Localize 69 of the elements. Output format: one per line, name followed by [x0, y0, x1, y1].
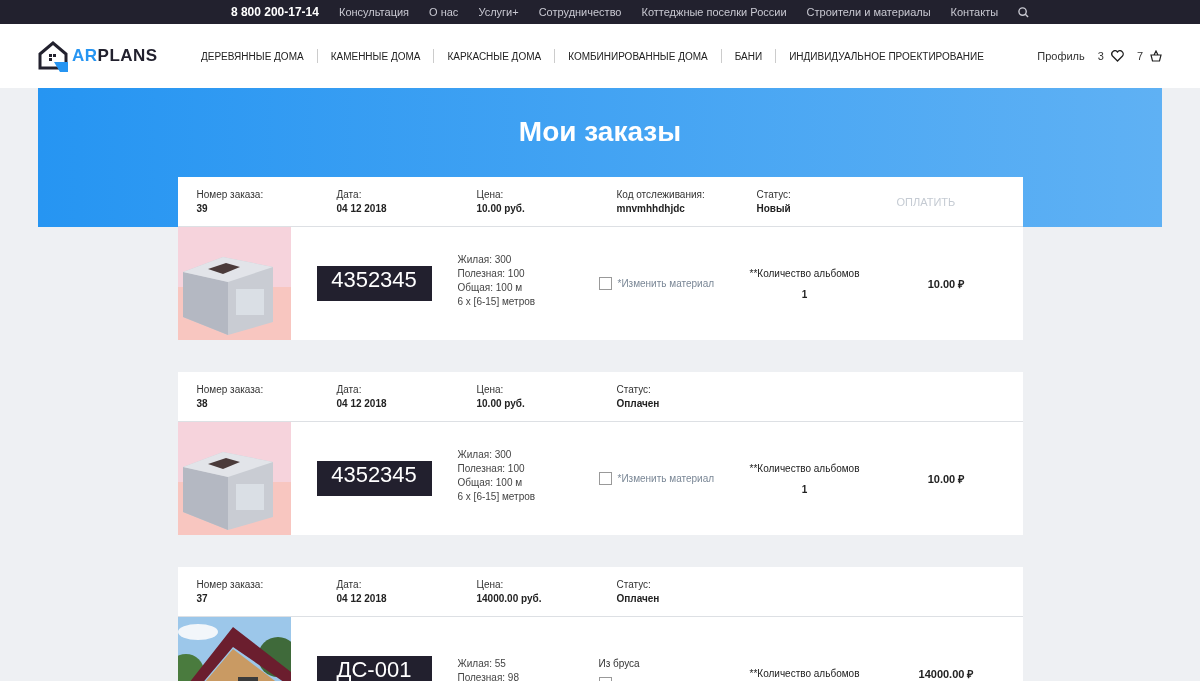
field-label: Статус: — [616, 579, 652, 590]
field-value: 39 — [196, 203, 209, 214]
field-label: Цена: — [476, 384, 505, 395]
cart-count: 7 — [1136, 50, 1143, 62]
spec-line: Полезная: 100 — [457, 462, 526, 475]
field-value: 10.00 руб. — [476, 203, 526, 214]
item-price: 10.00 ₽ — [926, 472, 966, 486]
checkbox-label[interactable]: *Изменить материал — [617, 473, 715, 484]
top-link[interactable]: Коттеджные поселки России — [641, 6, 787, 18]
spec-line: Общая: 100 м — [457, 281, 524, 294]
spec-line: Полезная: 100 — [457, 267, 526, 280]
top-link[interactable]: Строители и материалы — [806, 6, 931, 18]
field-value: Оплачен — [616, 398, 661, 409]
field-label: Дата: — [336, 384, 363, 395]
field-value: 04 12 2018 — [336, 593, 388, 604]
field-label: Дата: — [336, 189, 363, 200]
quantity-label: **Количество альбомов — [749, 462, 860, 474]
nav-link[interactable]: КАРКАСНЫЕ ДОМА — [434, 50, 555, 62]
field-value: 14000.00 руб. — [476, 593, 543, 604]
nav-link[interactable]: ИНДИВИДУАЛЬНОЕ ПРОЕКТИРОВАНИЕ — [776, 50, 997, 62]
field-label: Дата: — [336, 579, 363, 590]
field-value: 04 12 2018 — [336, 203, 388, 214]
item-price: 14000.00 ₽ — [917, 667, 975, 681]
top-link[interactable]: Сотрудничество — [538, 6, 622, 18]
field-label: Цена: — [476, 579, 505, 590]
field-value: 37 — [196, 593, 209, 604]
spec-line: Жилая: 300 — [457, 253, 513, 266]
phone-number[interactable]: 8 800 200-17-14 — [230, 5, 319, 19]
spec-line: 6 x [6-15] метров — [457, 295, 537, 308]
field-value: Новый — [756, 203, 792, 214]
spec-line: Жилая: 55 — [457, 657, 507, 670]
material-label: Из бруса — [598, 657, 641, 669]
field-label: Номер заказа: — [196, 189, 265, 200]
quantity-value: 1 — [801, 288, 808, 300]
field-label: Статус: — [616, 384, 652, 395]
project-code: ДС-001 — [316, 656, 432, 681]
top-link[interactable]: Услуги+ — [478, 6, 519, 18]
spec-line: Полезная: 98 — [457, 671, 520, 681]
quantity-value: 1 — [801, 483, 808, 495]
spec-line: 6 x [6-15] метров — [457, 490, 537, 503]
field-value: Оплачен — [616, 593, 661, 604]
quantity-label: **Количество альбомов — [749, 668, 860, 679]
quantity-label: **Количество альбомов — [749, 267, 860, 279]
nav-link[interactable]: КАМЕННЫЕ ДОМА — [317, 50, 434, 62]
nav-link[interactable]: БАНИ — [721, 50, 776, 62]
field-value: 10.00 руб. — [476, 398, 526, 409]
field-label: Статус: — [756, 189, 792, 200]
top-link[interactable]: Контакты — [950, 6, 999, 18]
field-value: mnvmhhdhjdc — [616, 203, 686, 214]
item-price: 10.00 ₽ — [926, 277, 966, 291]
spec-line: Жилая: 300 — [457, 448, 513, 461]
nav-link[interactable]: КОМБИНИРОВАННЫЕ ДОМА — [555, 50, 721, 62]
top-link[interactable]: О нас — [429, 6, 459, 18]
field-label: Номер заказа: — [196, 579, 265, 590]
logo-text[interactable]: ARPLANS — [72, 46, 158, 66]
checkbox-label[interactable]: *Изменить материал — [617, 278, 715, 289]
top-link[interactable]: Консультация — [338, 6, 410, 18]
favorites-count: 3 — [1097, 50, 1104, 62]
field-label: Код отслеживания: — [616, 189, 706, 200]
field-value: 04 12 2018 — [336, 398, 388, 409]
field-value: 38 — [196, 398, 209, 409]
field-label: Номер заказа: — [196, 384, 265, 395]
profile-link[interactable]: Профиль — [1037, 50, 1085, 62]
spec-line: Общая: 100 м — [457, 476, 524, 489]
project-code: 4352345 — [316, 461, 432, 496]
page-title: Мои заказы — [518, 116, 682, 148]
field-label: Цена: — [476, 189, 505, 200]
project-code: 4352345 — [316, 266, 432, 301]
nav-link[interactable]: ДЕРЕВЯННЫЕ ДОМА — [188, 50, 317, 62]
